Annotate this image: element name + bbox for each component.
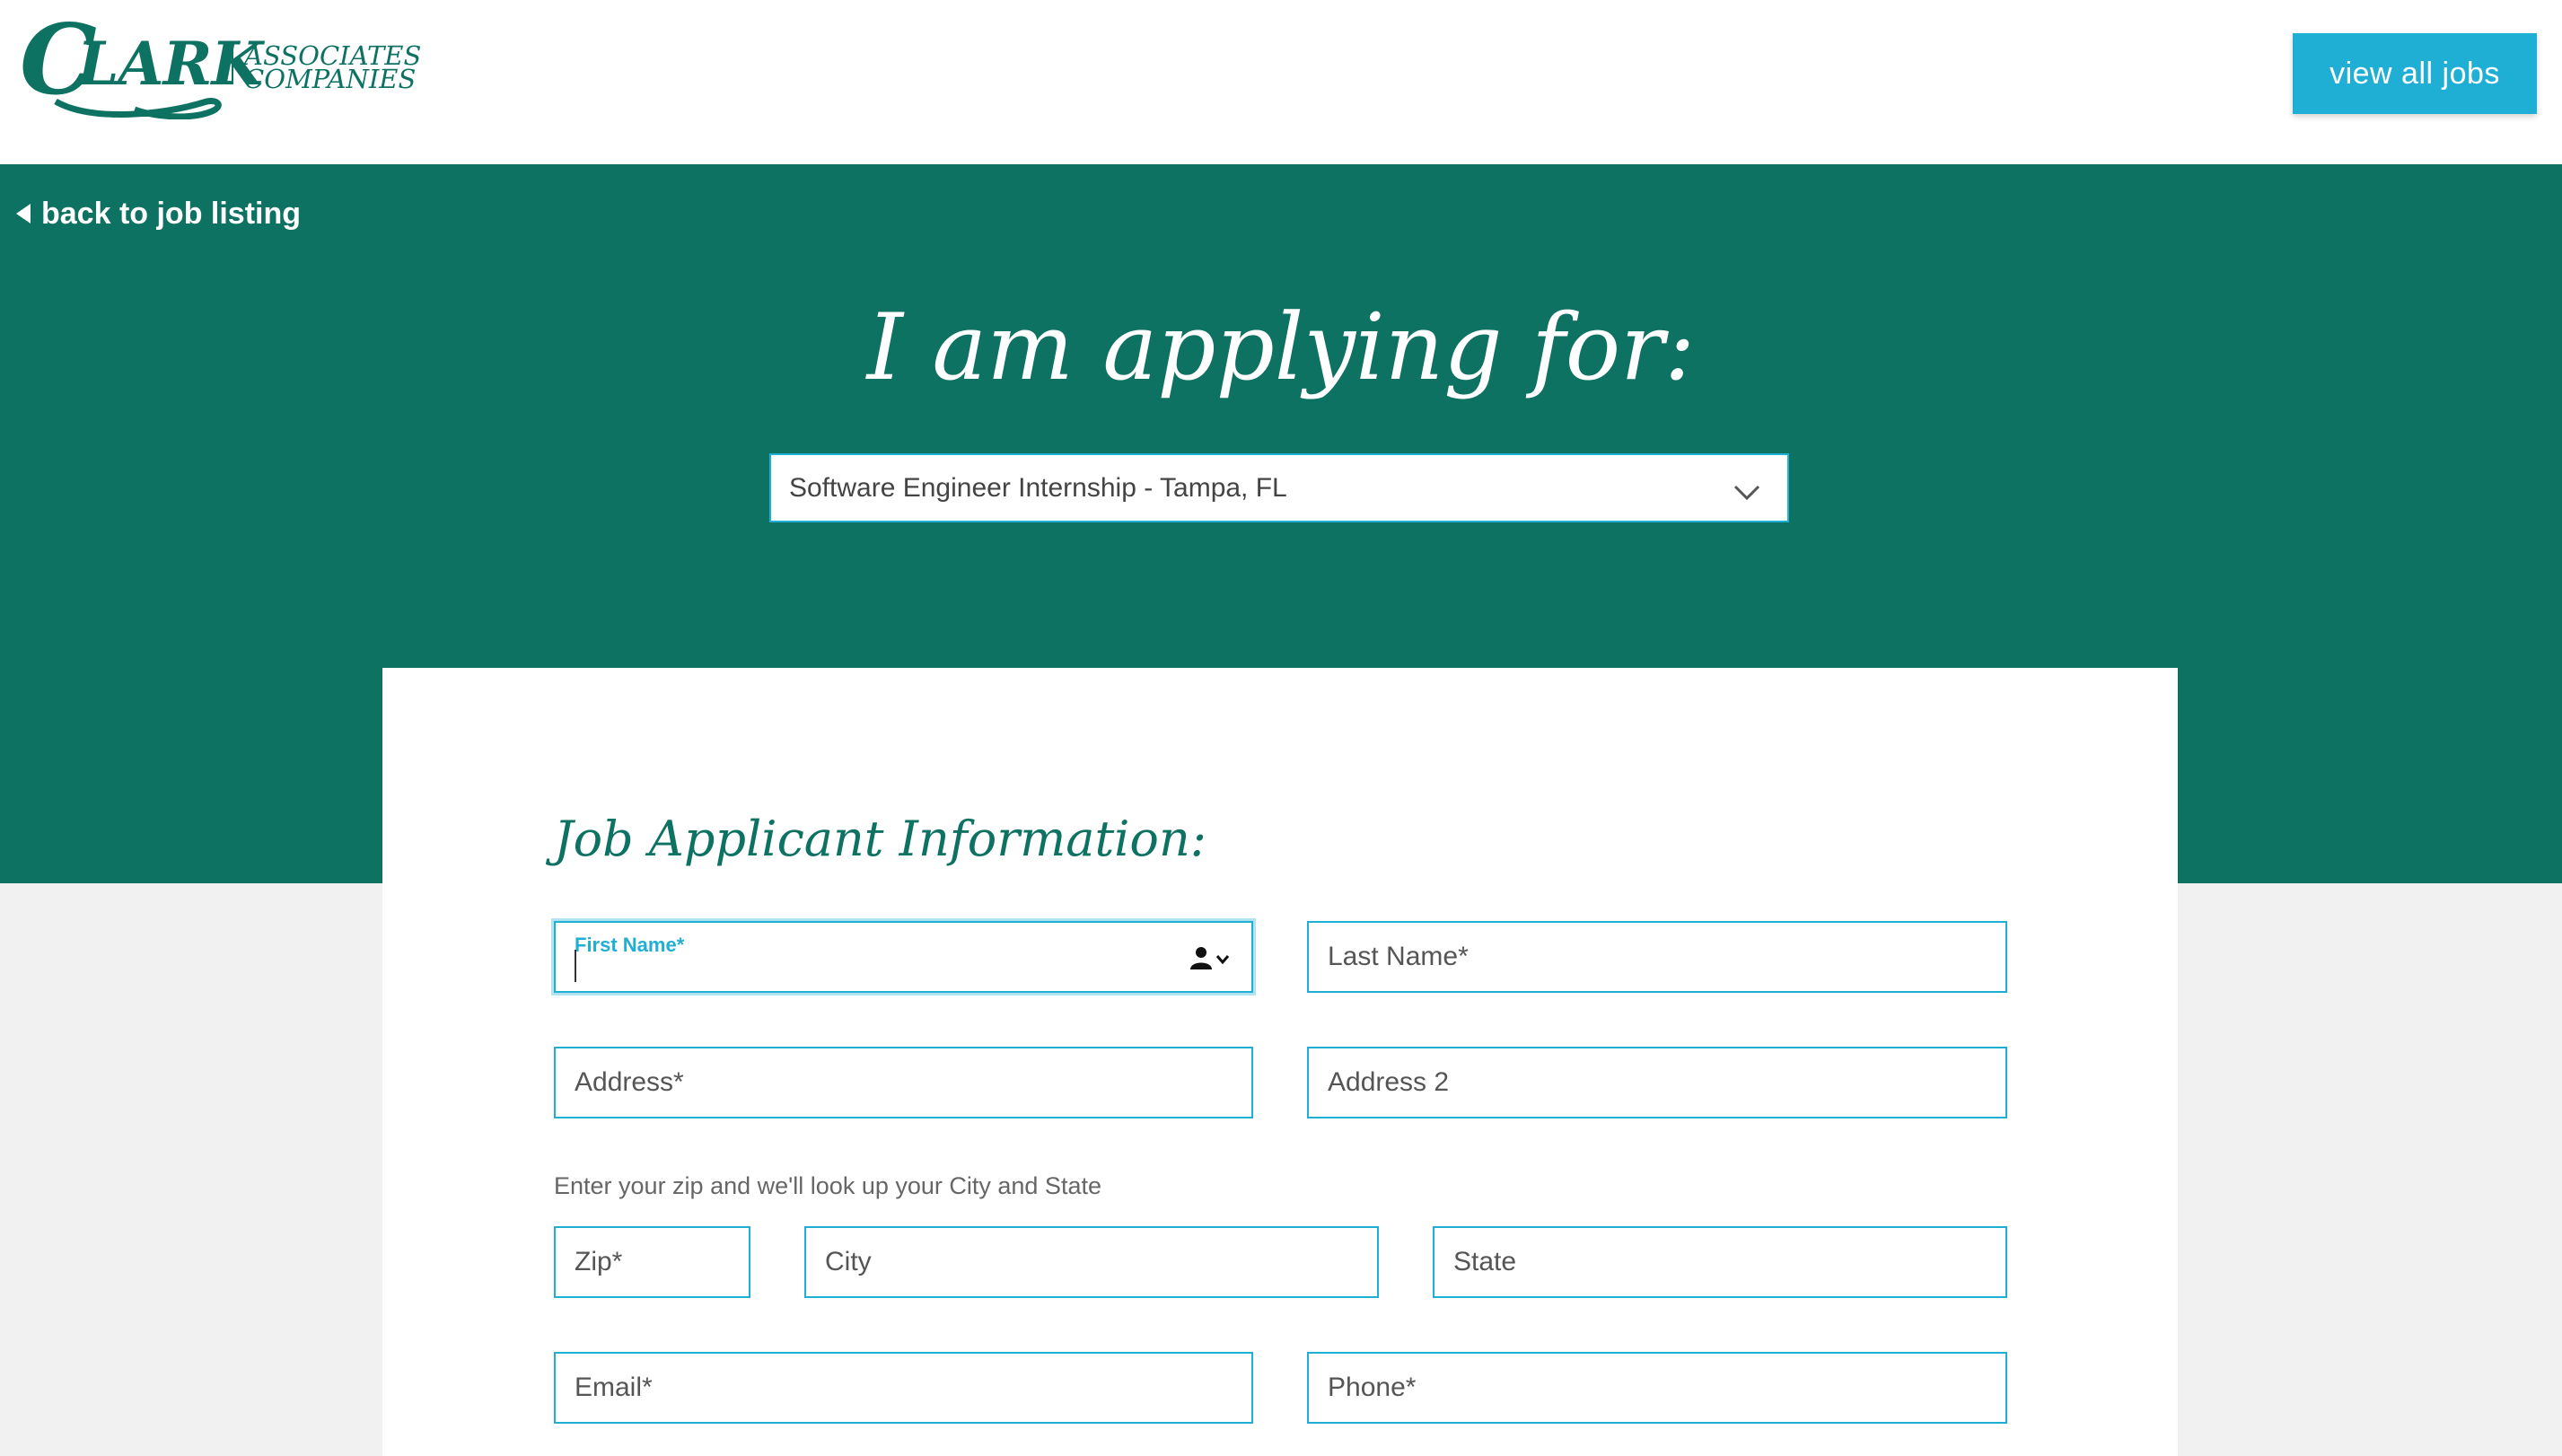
last-name-field[interactable]: Last Name* <box>1307 921 2007 993</box>
chevron-down-icon <box>1733 478 1760 509</box>
phone-field[interactable]: Phone* <box>1307 1352 2007 1424</box>
first-name-field[interactable]: First Name* <box>554 921 1253 993</box>
triangle-left-icon <box>16 204 31 224</box>
back-link-label: back to job listing <box>41 196 302 231</box>
address-placeholder: Address* <box>575 1067 684 1097</box>
job-select-value: Software Engineer Internship - Tampa, FL <box>789 472 1287 503</box>
address2-placeholder: Address 2 <box>1328 1067 1450 1097</box>
zip-hint-text: Enter your zip and we'll look up your Ci… <box>554 1172 1101 1199</box>
site-header: C LARK ASSOCIATES COMPANIES view all job… <box>0 0 2562 164</box>
city-placeholder: City <box>825 1247 872 1276</box>
last-name-placeholder: Last Name* <box>1328 942 1469 971</box>
person-autofill-icon[interactable] <box>1189 946 1232 978</box>
clark-associates-logo[interactable]: C LARK ASSOCIATES COMPANIES <box>20 4 442 120</box>
view-all-jobs-label: view all jobs <box>2329 56 2500 91</box>
page-title: I am applying for: <box>866 294 1696 401</box>
city-field[interactable]: City <box>804 1226 1379 1298</box>
state-placeholder: State <box>1453 1247 1517 1276</box>
view-all-jobs-button[interactable]: view all jobs <box>2293 33 2537 114</box>
address2-field[interactable]: Address 2 <box>1307 1047 2007 1118</box>
first-name-label: First Name* <box>575 934 685 956</box>
zip-field[interactable]: Zip* <box>554 1226 750 1298</box>
address-field[interactable]: Address* <box>554 1047 1253 1118</box>
text-caret <box>575 950 576 982</box>
job-position-select[interactable]: Software Engineer Internship - Tampa, FL <box>769 453 1789 522</box>
email-placeholder: Email* <box>575 1373 653 1402</box>
svg-text:COMPANIES: COMPANIES <box>244 64 416 94</box>
phone-placeholder: Phone* <box>1328 1373 1417 1402</box>
state-field[interactable]: State <box>1433 1226 2007 1298</box>
zip-placeholder: Zip* <box>575 1247 623 1276</box>
svg-text:LARK: LARK <box>75 29 265 99</box>
section-title: Job Applicant Information: <box>554 811 1206 867</box>
back-to-job-listing-link[interactable]: back to job listing <box>16 194 301 233</box>
email-field[interactable]: Email* <box>554 1352 1253 1424</box>
